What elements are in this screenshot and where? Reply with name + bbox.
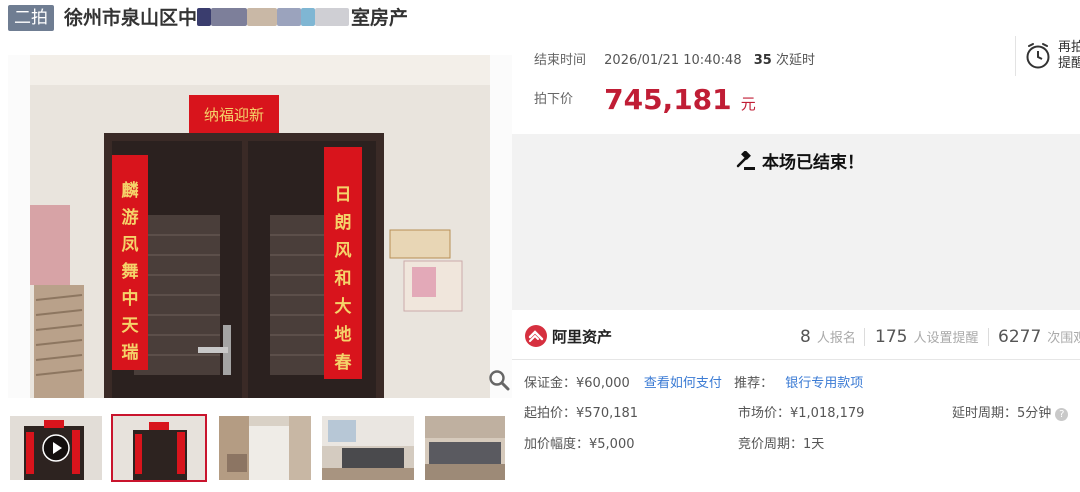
end-time-row: 结束时间 2026/01/21 10:40:48 35 次延时 (534, 49, 815, 68)
alarm-clock-icon (1026, 43, 1050, 69)
play-icon[interactable] (42, 434, 70, 462)
title-start: 徐州市泉山区中 (64, 7, 198, 29)
auction-ended-message: 本场已结束！ (736, 148, 864, 173)
recommend-label: 推荐： (734, 376, 774, 391)
view-stat: 6277 次围观 (998, 327, 1080, 347)
couplet-char: 风 (334, 241, 352, 261)
couplet-char: 大 (334, 297, 352, 317)
couplet-top-text: 纳福迎新 (204, 106, 264, 124)
final-price-amount: 745,181 (604, 83, 732, 116)
left-couplet: 麟游凤舞中天瑞 (112, 178, 148, 367)
final-price-row: 拍下价 745,181 元 (534, 83, 756, 116)
couplet-char: 朗 (334, 213, 352, 233)
couplet-char: 天 (121, 316, 139, 336)
redaction-mask (301, 8, 316, 26)
delay-suffix: 次延时 (775, 53, 815, 68)
how-to-pay-link[interactable]: 查看如何支付 (644, 376, 722, 391)
redaction-mask (277, 8, 302, 26)
reminder-label: 人设置提醒 (913, 331, 979, 346)
thumbnail-strip (0, 414, 512, 482)
redaction-mask (315, 8, 350, 26)
thumbnail-4[interactable] (322, 416, 414, 480)
right-couplet: 日朗风和大地春 (324, 181, 362, 377)
thumbnail-3[interactable] (219, 416, 311, 480)
registered-count: 8 (800, 327, 811, 347)
redaction-mask (211, 8, 248, 26)
zoom-icon[interactable] (488, 369, 510, 391)
title-bar: 二拍 徐州市泉山区中 室房产 (0, 0, 1080, 38)
delay-count: 35 (753, 53, 772, 68)
couplet-char: 游 (121, 208, 139, 228)
increment: 加价幅度：¥5,000 (524, 437, 635, 452)
remind-text: 再拍 提醒 (1058, 40, 1080, 72)
couplet-char: 凤 (121, 235, 139, 255)
door-photo: 纳福迎新 (8, 55, 512, 398)
divider (864, 328, 865, 346)
delay-period-row: 延时周期：5分钟? (952, 402, 1069, 421)
couplet-char: 瑞 (121, 343, 139, 363)
market-price: 市场价：¥1,018,179 (738, 406, 865, 421)
view-count: 6277 (998, 327, 1042, 347)
help-icon[interactable]: ? (1055, 408, 1069, 421)
redaction-mask (197, 8, 212, 26)
main-property-photo[interactable]: 纳福迎新 麟游凤舞中天瑞 日朗风和大地春 (8, 55, 512, 398)
auction-round-badge: 二拍 (8, 5, 54, 31)
deposit-value: 保证金：¥60,000 (524, 376, 630, 391)
start-price: 起拍价：¥570,181 (524, 406, 639, 421)
registered-label: 人报名 (816, 331, 856, 346)
title-end: 室房产 (351, 7, 409, 29)
bid-period: 竞价周期：1天 (738, 437, 825, 452)
final-price-unit: 元 (740, 95, 756, 113)
platform-stats-bar: 阿里资产 8 人报名 175 人设置提醒 6277 次围观 (512, 314, 1080, 360)
couplet-char: 春 (334, 353, 352, 373)
divider (988, 328, 989, 346)
registered-stat: 8 人报名 (800, 327, 856, 347)
gavel-icon (736, 150, 755, 170)
couplet-char: 日 (334, 185, 352, 205)
end-time-label: 结束时间 (534, 53, 587, 68)
end-time-value: 2026/01/21 10:40:48 (604, 53, 742, 68)
view-label: 次围观 (1047, 331, 1080, 346)
ali-asset-logo-icon (525, 325, 547, 347)
thumbnail-2[interactable] (111, 414, 207, 482)
delay-period: 延时周期：5分钟 (952, 406, 1052, 421)
reminder-stat: 175 人设置提醒 (875, 327, 978, 347)
couplet-char: 舞 (121, 262, 139, 282)
ended-text: 本场已结束！ (762, 153, 864, 173)
reminder-count: 175 (875, 327, 908, 347)
couplet-char: 地 (334, 325, 352, 345)
couplet-char: 麟 (121, 181, 139, 201)
redaction-mask (247, 8, 278, 26)
thumbnail-5[interactable] (425, 416, 505, 480)
re-auction-reminder-button[interactable]: 再拍 提醒 (1015, 36, 1080, 76)
remind-line1: 再拍 (1058, 40, 1080, 55)
deposit-row: 保证金：¥60,000 查看如何支付 推荐： 银行专用款项 (524, 372, 863, 391)
auction-ended-panel: 本场已结束！ (512, 134, 1080, 310)
thumbnail-1[interactable] (10, 416, 102, 480)
bank-loan-link[interactable]: 银行专用款项 (785, 376, 863, 391)
final-price-label: 拍下价 (534, 92, 574, 107)
remind-line2: 提醒 (1058, 56, 1080, 71)
platform-name: 阿里资产 (552, 328, 613, 346)
ali-asset-logo[interactable]: 阿里资产 (524, 324, 612, 348)
couplet-char: 中 (121, 289, 139, 309)
couplet-char: 和 (334, 269, 352, 289)
property-title: 徐州市泉山区中 室房产 (64, 5, 408, 31)
